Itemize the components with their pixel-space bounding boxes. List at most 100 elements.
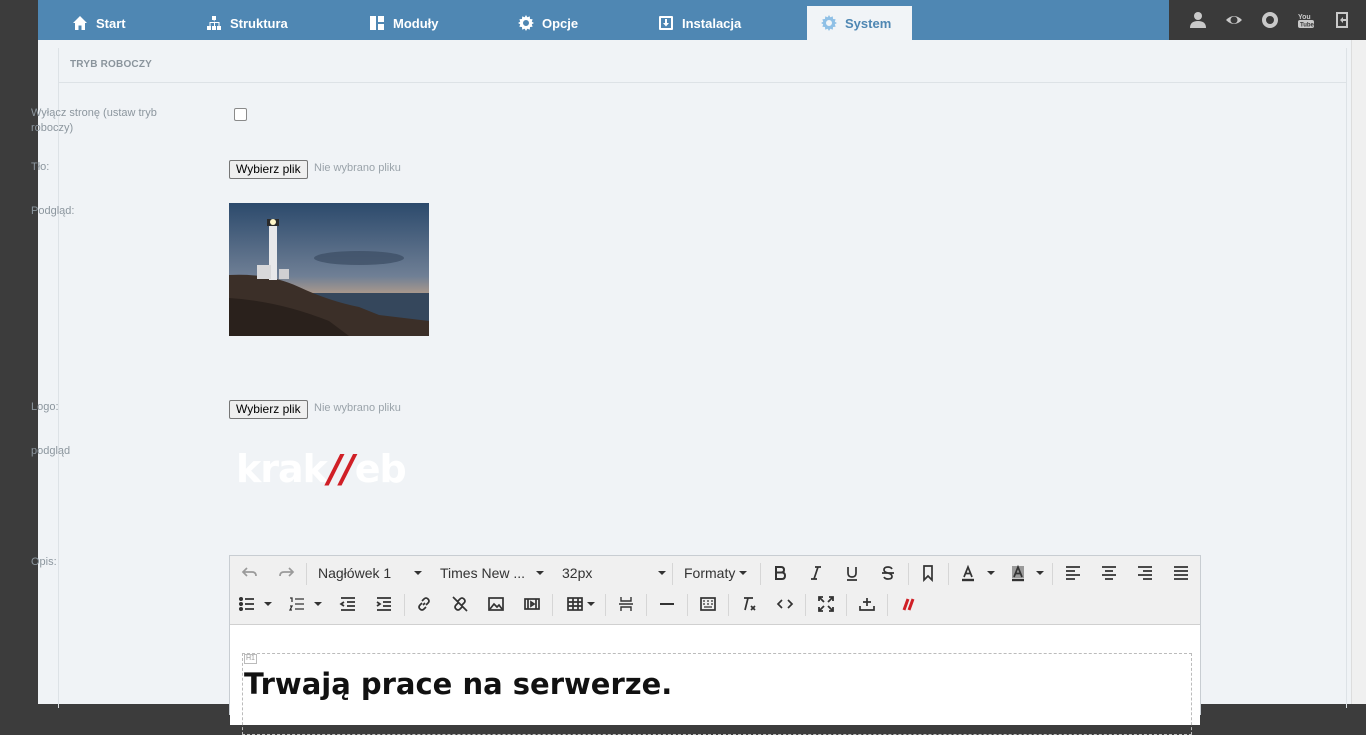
youtube-icon[interactable]: You Tube bbox=[1297, 11, 1315, 29]
logo-slash: // bbox=[327, 447, 355, 491]
insert-template-icon[interactable] bbox=[855, 592, 879, 616]
svg-text:You: You bbox=[1298, 14, 1311, 21]
chevron-down-icon bbox=[658, 571, 666, 575]
formats-menu-label: Formaty bbox=[684, 565, 736, 581]
tab-start[interactable]: Start bbox=[58, 6, 140, 40]
table-dropdown[interactable] bbox=[585, 592, 597, 616]
text-color-icon[interactable] bbox=[956, 561, 980, 585]
logo-file-status: Nie wybrano pliku bbox=[314, 402, 401, 414]
background-file-button[interactable]: Wybierz plik bbox=[229, 160, 308, 179]
special-char-icon[interactable] bbox=[696, 592, 720, 616]
align-right-icon[interactable] bbox=[1133, 561, 1157, 585]
top-navigation: Start Struktura Moduły Opcje Instalacja … bbox=[38, 0, 1169, 40]
fullscreen-icon[interactable] bbox=[814, 592, 838, 616]
logo-file-button[interactable]: Wybierz plik bbox=[229, 400, 308, 419]
chevron-down-icon bbox=[536, 571, 544, 575]
home-icon bbox=[73, 16, 87, 30]
tab-system[interactable]: System bbox=[807, 6, 912, 40]
undo-icon[interactable] bbox=[238, 561, 262, 585]
description-label: Opis: bbox=[31, 556, 57, 568]
panel-divider bbox=[59, 82, 1346, 83]
outdent-icon[interactable] bbox=[336, 592, 360, 616]
tab-struktura-label: Struktura bbox=[230, 15, 288, 31]
top-right-toolbar: You Tube bbox=[1169, 0, 1366, 40]
clear-format-icon[interactable] bbox=[737, 592, 761, 616]
media-icon[interactable] bbox=[520, 592, 544, 616]
bullet-list-icon[interactable] bbox=[236, 592, 258, 616]
background-color-dropdown[interactable] bbox=[1033, 561, 1047, 585]
tab-opcje-label: Opcje bbox=[542, 15, 579, 31]
toolbar-separator bbox=[687, 594, 688, 616]
text-color-dropdown[interactable] bbox=[984, 561, 998, 585]
tab-instalacja[interactable]: Instalacja bbox=[644, 6, 755, 40]
logo-text-right: eb bbox=[354, 447, 407, 491]
bold-icon[interactable] bbox=[768, 561, 792, 585]
system-gear-icon bbox=[821, 15, 837, 31]
formats-menu[interactable]: Formaty bbox=[684, 561, 750, 585]
toolbar-separator bbox=[605, 594, 606, 616]
background-color-icon[interactable] bbox=[1006, 561, 1030, 585]
chevron-down-icon bbox=[987, 571, 995, 575]
numbered-list-dropdown[interactable] bbox=[312, 592, 324, 616]
background-preview-image bbox=[229, 203, 429, 336]
chevron-down-icon bbox=[264, 602, 272, 606]
gear-icon bbox=[518, 15, 534, 31]
logo-preview-image: krak//eb bbox=[236, 447, 407, 491]
font-dropdown[interactable]: Times New ... bbox=[440, 561, 544, 585]
toolbar-separator bbox=[846, 594, 847, 616]
redo-icon[interactable] bbox=[274, 561, 298, 585]
source-code-icon[interactable] bbox=[773, 592, 797, 616]
panel-title: TRYB ROBOCZY bbox=[70, 59, 153, 70]
bookmark-icon[interactable] bbox=[916, 561, 940, 585]
tab-moduly[interactable]: Moduły bbox=[355, 6, 453, 40]
toolbar-separator bbox=[908, 563, 909, 585]
horizontal-rule-icon[interactable] bbox=[655, 592, 679, 616]
toolbar-separator bbox=[306, 563, 307, 585]
eye-icon[interactable] bbox=[1225, 11, 1243, 29]
numbered-list-icon[interactable] bbox=[286, 592, 308, 616]
toolbar-separator bbox=[1052, 563, 1053, 585]
maintenance-checkbox[interactable] bbox=[234, 108, 247, 121]
font-size-dropdown[interactable]: 32px bbox=[562, 561, 666, 585]
heading-tag-badge: H1 bbox=[244, 654, 257, 664]
align-justify-icon[interactable] bbox=[1169, 561, 1193, 585]
align-center-icon[interactable] bbox=[1097, 561, 1121, 585]
chevron-down-icon bbox=[414, 571, 422, 575]
font-value: Times New ... bbox=[440, 565, 526, 581]
unlink-icon[interactable] bbox=[448, 592, 472, 616]
tab-system-label: System bbox=[845, 15, 892, 31]
maintenance-label: Wyłącz stronę (ustaw tryb roboczy) bbox=[31, 107, 157, 134]
modules-icon bbox=[370, 16, 384, 30]
link-icon[interactable] bbox=[412, 592, 436, 616]
content-heading[interactable]: Trwają prace na serwerze. bbox=[244, 667, 672, 701]
scrollbar[interactable] bbox=[1351, 40, 1366, 704]
format-dropdown[interactable]: Nagłówek 1 bbox=[318, 561, 422, 585]
editor-toolbar-row-2 bbox=[230, 589, 1200, 619]
tab-start-label: Start bbox=[96, 15, 126, 31]
logout-icon[interactable] bbox=[1333, 11, 1351, 29]
bullet-list-dropdown[interactable] bbox=[262, 592, 274, 616]
underline-icon[interactable] bbox=[840, 561, 864, 585]
toolbar-separator bbox=[805, 594, 806, 616]
preview-label: Podgląd: bbox=[31, 205, 75, 217]
toolbar-separator bbox=[672, 563, 673, 585]
chevron-down-icon bbox=[587, 602, 595, 606]
indent-icon[interactable] bbox=[372, 592, 396, 616]
font-size-value: 32px bbox=[562, 565, 593, 581]
svg-text:Tube: Tube bbox=[1300, 23, 1315, 29]
image-icon[interactable] bbox=[484, 592, 508, 616]
align-left-icon[interactable] bbox=[1061, 561, 1085, 585]
editor-content-area[interactable]: H1 Trwają prace na serwerze. bbox=[230, 624, 1200, 735]
toolbar-separator bbox=[552, 594, 553, 616]
strikethrough-icon[interactable] bbox=[876, 561, 900, 585]
user-icon[interactable] bbox=[1189, 11, 1207, 29]
tab-opcje[interactable]: Opcje bbox=[504, 6, 592, 40]
krakweb-plugin-icon[interactable] bbox=[896, 592, 920, 616]
page-break-icon[interactable] bbox=[614, 592, 638, 616]
rich-text-editor: Nagłówek 1 Times New ... 32px Formaty H1… bbox=[229, 555, 1201, 735]
italic-icon[interactable] bbox=[804, 561, 828, 585]
tab-struktura[interactable]: Struktura bbox=[192, 6, 302, 40]
lifebuoy-icon[interactable] bbox=[1261, 11, 1279, 29]
chevron-down-icon bbox=[739, 571, 748, 575]
logo-preview-label: podgląd bbox=[31, 445, 71, 457]
